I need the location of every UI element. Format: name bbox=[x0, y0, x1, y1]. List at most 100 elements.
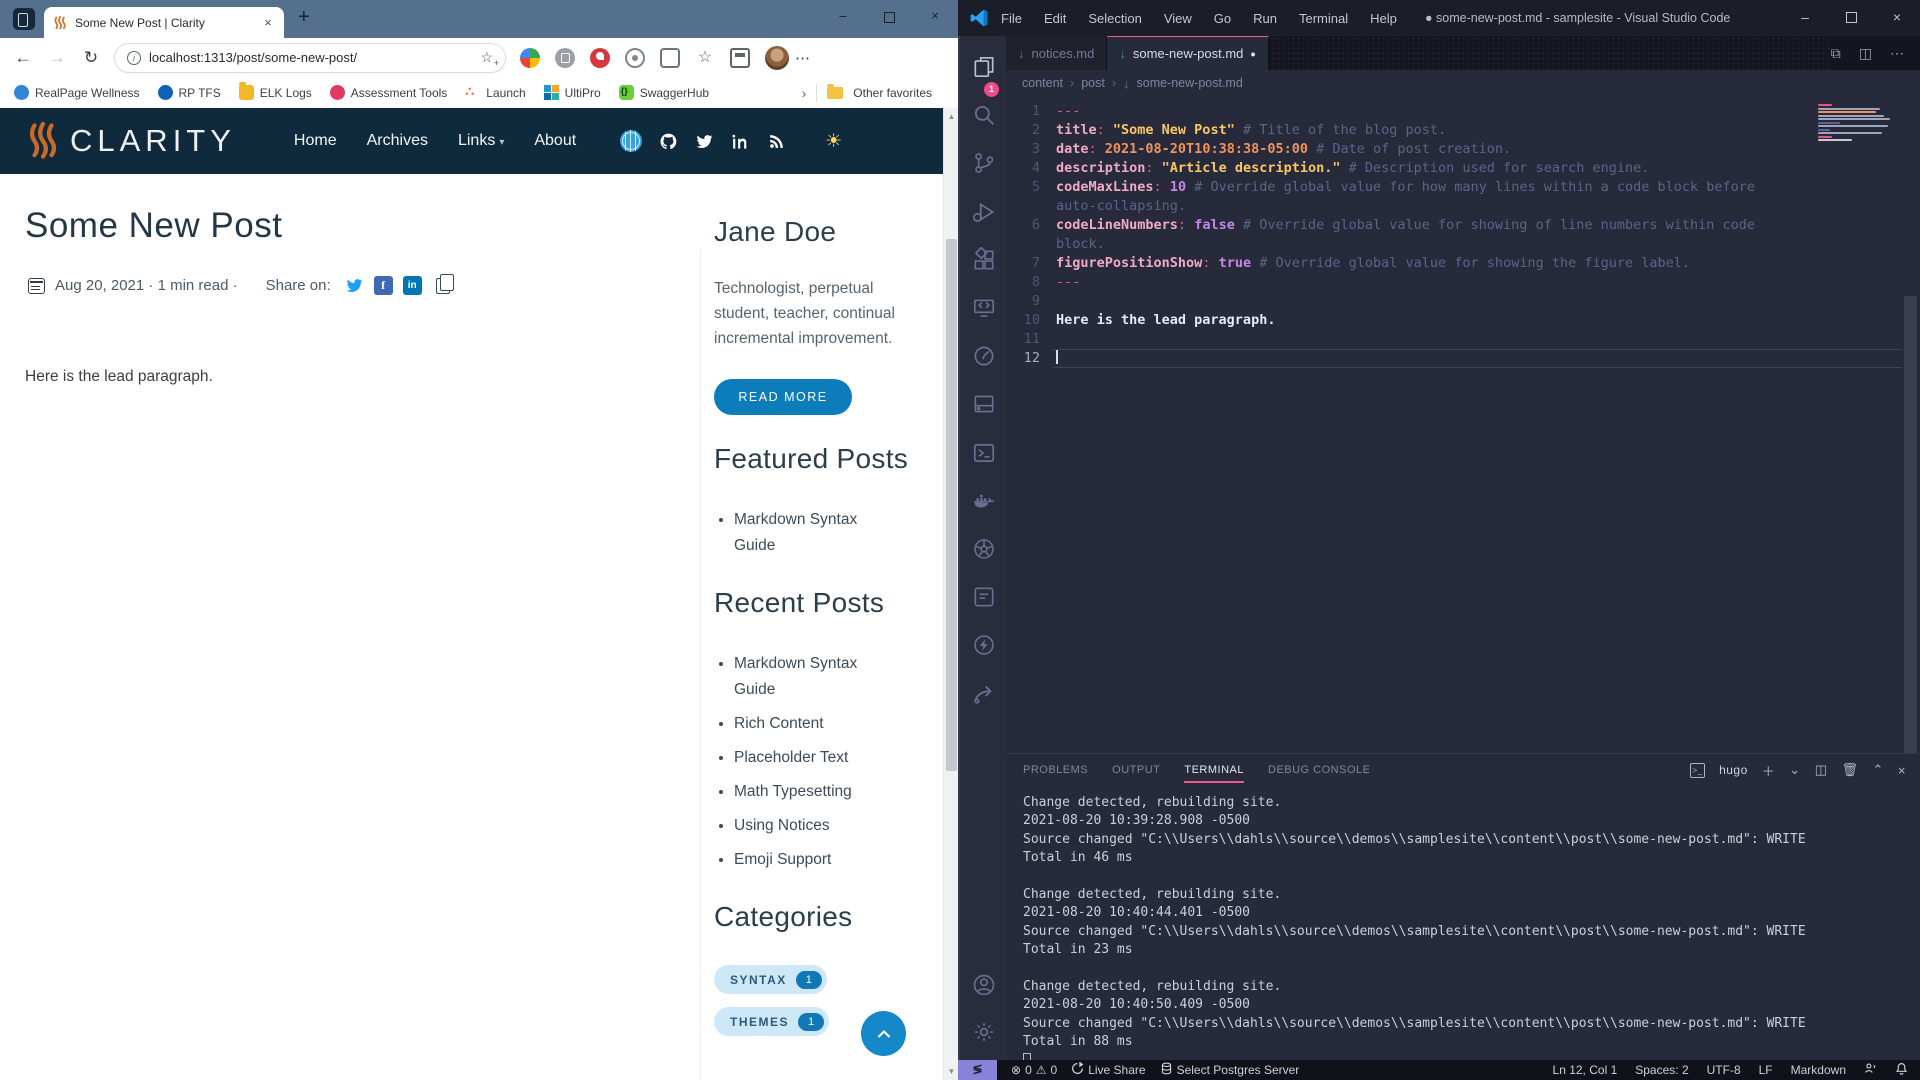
favorites-bar-icon[interactable]: ☆ bbox=[695, 48, 715, 68]
encoding[interactable]: UTF-8 bbox=[1707, 1063, 1741, 1077]
settings-icon[interactable] bbox=[971, 1019, 997, 1045]
close-panel-icon[interactable]: × bbox=[1898, 763, 1906, 778]
code-line[interactable]: 1--- bbox=[1006, 102, 1920, 121]
kubernetes-icon[interactable] bbox=[971, 536, 997, 562]
new-tab-button[interactable]: + bbox=[298, 6, 310, 29]
cursor-position[interactable]: Ln 12, Col 1 bbox=[1553, 1063, 1618, 1077]
search-icon[interactable] bbox=[971, 102, 997, 128]
eol[interactable]: LF bbox=[1759, 1063, 1773, 1077]
breadcrumb-item[interactable]: some-new-post.md bbox=[1137, 76, 1243, 90]
recent-post-link[interactable]: Using Notices bbox=[734, 813, 899, 839]
extensions-icon[interactable] bbox=[971, 247, 997, 273]
vscode-close-button[interactable]: × bbox=[1874, 0, 1920, 34]
maximize-panel-icon[interactable]: ⌃ bbox=[1873, 762, 1884, 778]
panel-tab-output[interactable]: OUTPUT bbox=[1112, 764, 1160, 776]
split-editor-icon[interactable]: ◫ bbox=[1859, 45, 1872, 62]
bookmark-item[interactable]: RP TFS bbox=[158, 85, 221, 100]
privacy-lock-extension-icon[interactable] bbox=[555, 48, 575, 68]
category-badge[interactable]: SYNTAX1 bbox=[714, 965, 827, 994]
terminal-dropdown-icon[interactable]: ⌄ bbox=[1789, 762, 1800, 778]
collab-extension-icon[interactable] bbox=[590, 48, 610, 68]
code-line[interactable]: 10Here is the lead paragraph. bbox=[1006, 311, 1920, 330]
other-favorites[interactable]: Other favorites bbox=[853, 86, 932, 100]
close-button[interactable]: × bbox=[912, 0, 958, 34]
bookmark-item[interactable]: Assessment Tools bbox=[330, 85, 448, 100]
more-actions-icon[interactable]: ⋯ bbox=[1890, 45, 1904, 62]
recent-post-link[interactable]: Math Typesetting bbox=[734, 779, 899, 805]
menu-go[interactable]: Go bbox=[1214, 11, 1231, 26]
nav-item-links[interactable]: Links▾ bbox=[458, 132, 504, 150]
editor-scrollbar[interactable] bbox=[1904, 296, 1917, 791]
menu-terminal[interactable]: Terminal bbox=[1299, 11, 1348, 26]
vscode-maximize-button[interactable] bbox=[1828, 0, 1874, 34]
share-twitter-icon[interactable] bbox=[345, 276, 364, 295]
scrollbar-up-icon[interactable]: ▲ bbox=[944, 112, 959, 121]
code-line[interactable]: 6codeLineNumbers: false # Override globa… bbox=[1006, 216, 1920, 235]
twitter-icon[interactable] bbox=[695, 132, 714, 151]
copy-link-icon[interactable] bbox=[436, 278, 450, 294]
account-icon[interactable] bbox=[971, 972, 997, 998]
breadcrumb-item[interactable]: content bbox=[1022, 76, 1063, 90]
tab-close-icon[interactable]: × bbox=[260, 15, 276, 30]
language-mode[interactable]: Markdown bbox=[1791, 1063, 1846, 1077]
scroll-to-top-button[interactable] bbox=[861, 1011, 906, 1056]
back-button[interactable]: ← bbox=[6, 48, 40, 68]
code-line[interactable]: block. bbox=[1006, 235, 1920, 254]
site-info-icon[interactable]: i bbox=[127, 51, 141, 65]
source-control-icon[interactable] bbox=[971, 150, 997, 176]
powershell-icon[interactable] bbox=[971, 440, 997, 466]
test-gauge-icon[interactable] bbox=[971, 343, 997, 369]
remote-explorer-icon[interactable] bbox=[971, 295, 997, 321]
code-line[interactable]: 12 bbox=[1006, 349, 1920, 368]
code-line[interactable]: 2title: "Some New Post" # Title of the b… bbox=[1006, 121, 1920, 140]
snippets-icon[interactable] bbox=[971, 584, 997, 610]
bookmark-item[interactable]: RealPage Wellness bbox=[14, 85, 140, 100]
panel-tab-problems[interactable]: PROBLEMS bbox=[1023, 764, 1088, 776]
code-line[interactable]: 3date: 2021-08-20T10:38:38-05:00 # Date … bbox=[1006, 140, 1920, 159]
share-facebook-icon[interactable]: f bbox=[374, 276, 393, 295]
browser-menu-icon[interactable]: ⋯ bbox=[795, 49, 811, 67]
favorite-star-icon[interactable]: ☆+ bbox=[480, 49, 493, 66]
nav-item-about[interactable]: About bbox=[534, 132, 576, 150]
maximize-button[interactable] bbox=[866, 0, 912, 34]
new-terminal-icon[interactable]: ＋ bbox=[1762, 761, 1776, 780]
panel-tab-debug-console[interactable]: DEBUG CONSOLE bbox=[1268, 764, 1370, 776]
browser-tab[interactable]: Some New Post | Clarity × bbox=[44, 7, 284, 38]
breadcrumbs[interactable]: content›post›↓some-new-post.md bbox=[1006, 70, 1920, 96]
menu-help[interactable]: Help bbox=[1370, 11, 1397, 26]
code-line[interactable]: 9 bbox=[1006, 292, 1920, 311]
puzzle-extensions-icon[interactable] bbox=[660, 48, 680, 68]
explorer-icon[interactable] bbox=[971, 54, 997, 80]
share-linkedin-icon[interactable]: in bbox=[403, 276, 422, 295]
minimize-button[interactable]: – bbox=[820, 0, 866, 34]
pinwheel-extension-icon[interactable] bbox=[520, 48, 540, 68]
panel-tab-terminal[interactable]: TERMINAL bbox=[1184, 764, 1244, 783]
run-debug-icon[interactable] bbox=[971, 199, 997, 225]
code-line[interactable]: 8--- bbox=[1006, 273, 1920, 292]
recent-post-link[interactable]: Emoji Support bbox=[734, 847, 899, 873]
vscode-minimize-button[interactable]: – bbox=[1782, 0, 1828, 34]
split-terminal-icon[interactable]: ◫ bbox=[1815, 762, 1828, 778]
tab-actions-icon[interactable] bbox=[13, 8, 35, 30]
profile-avatar[interactable] bbox=[765, 46, 789, 70]
feedback-icon[interactable] bbox=[1864, 1062, 1877, 1078]
linkedin-icon[interactable] bbox=[731, 132, 750, 151]
scrollbar-down-icon[interactable]: ▼ bbox=[944, 1067, 959, 1076]
open-preview-icon[interactable]: ⧉ bbox=[1831, 45, 1841, 62]
breadcrumb-item[interactable]: post bbox=[1081, 76, 1105, 90]
code-line[interactable]: auto-collapsing. bbox=[1006, 197, 1920, 216]
menu-selection[interactable]: Selection bbox=[1088, 11, 1141, 26]
nav-item-archives[interactable]: Archives bbox=[367, 132, 428, 150]
theme-sun-icon[interactable]: ☀ bbox=[825, 130, 842, 153]
forward-button[interactable]: → bbox=[40, 48, 74, 68]
bookmark-item[interactable]: Launch bbox=[465, 85, 525, 100]
menu-edit[interactable]: Edit bbox=[1044, 11, 1066, 26]
editor-tab-some-new-post.md[interactable]: ↓some-new-post.md● bbox=[1107, 36, 1268, 70]
address-bar[interactable]: i localhost:1313/post/some-new-post/ ☆+ bbox=[114, 43, 506, 73]
collections-icon[interactable] bbox=[730, 48, 750, 68]
recent-post-link[interactable]: Markdown Syntax Guide bbox=[734, 651, 899, 703]
site-logo[interactable]: CLARITY bbox=[26, 121, 236, 161]
read-more-button[interactable]: READ MORE bbox=[714, 379, 852, 415]
postgres-selector[interactable]: Select Postgres Server bbox=[1160, 1062, 1300, 1078]
github-icon[interactable] bbox=[659, 132, 678, 151]
